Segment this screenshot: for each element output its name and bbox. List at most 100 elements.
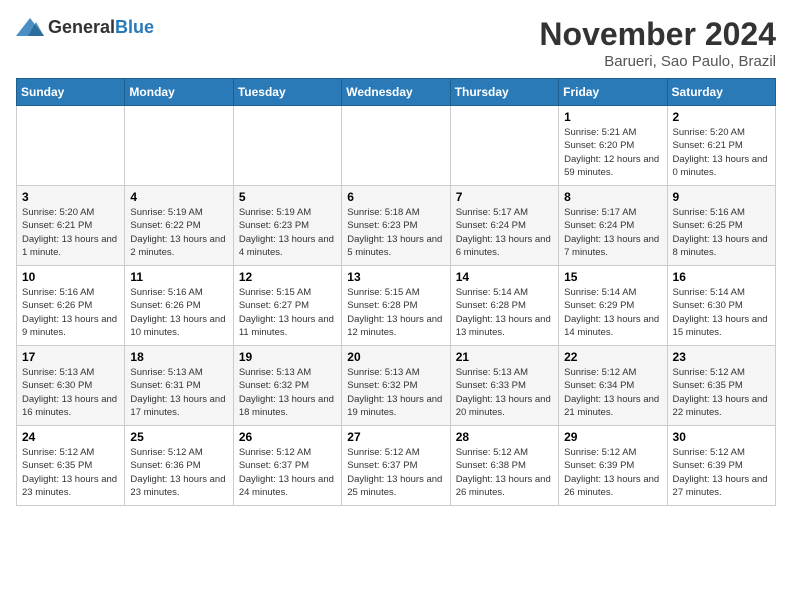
day-info: Sunrise: 5:21 AMSunset: 6:20 PMDaylight:… (564, 126, 661, 179)
day-info: Sunrise: 5:12 AMSunset: 6:36 PMDaylight:… (130, 446, 227, 499)
day-number: 6 (347, 190, 444, 204)
day-info: Sunrise: 5:16 AMSunset: 6:26 PMDaylight:… (22, 286, 119, 339)
day-number: 11 (130, 270, 227, 284)
day-number: 22 (564, 350, 661, 364)
day-info: Sunrise: 5:13 AMSunset: 6:32 PMDaylight:… (347, 366, 444, 419)
logo: GeneralBlue (16, 16, 154, 38)
day-number: 16 (673, 270, 770, 284)
day-info: Sunrise: 5:15 AMSunset: 6:28 PMDaylight:… (347, 286, 444, 339)
day-info: Sunrise: 5:12 AMSunset: 6:35 PMDaylight:… (22, 446, 119, 499)
header-monday: Monday (125, 79, 233, 106)
calendar-cell: 4 Sunrise: 5:19 AMSunset: 6:22 PMDaylight… (125, 186, 233, 266)
header-thursday: Thursday (450, 79, 558, 106)
day-info: Sunrise: 5:12 AMSunset: 6:37 PMDaylight:… (347, 446, 444, 499)
day-number: 14 (456, 270, 553, 284)
day-info: Sunrise: 5:12 AMSunset: 6:35 PMDaylight:… (673, 366, 770, 419)
calendar-cell (233, 106, 341, 186)
day-number: 19 (239, 350, 336, 364)
day-info: Sunrise: 5:12 AMSunset: 6:38 PMDaylight:… (456, 446, 553, 499)
day-number: 9 (673, 190, 770, 204)
day-number: 28 (456, 430, 553, 444)
calendar-cell: 9 Sunrise: 5:16 AMSunset: 6:25 PMDaylight… (667, 186, 775, 266)
day-info: Sunrise: 5:13 AMSunset: 6:33 PMDaylight:… (456, 366, 553, 419)
calendar-cell: 12 Sunrise: 5:15 AMSunset: 6:27 PMDayligh… (233, 266, 341, 346)
calendar-cell: 14 Sunrise: 5:14 AMSunset: 6:28 PMDayligh… (450, 266, 558, 346)
day-number: 4 (130, 190, 227, 204)
calendar-cell (17, 106, 125, 186)
day-info: Sunrise: 5:12 AMSunset: 6:39 PMDaylight:… (673, 446, 770, 499)
calendar-cell: 21 Sunrise: 5:13 AMSunset: 6:33 PMDayligh… (450, 346, 558, 426)
day-info: Sunrise: 5:13 AMSunset: 6:32 PMDaylight:… (239, 366, 336, 419)
logo-general: General (48, 17, 115, 37)
calendar-cell: 29 Sunrise: 5:12 AMSunset: 6:39 PMDayligh… (559, 426, 667, 506)
day-number: 24 (22, 430, 119, 444)
day-info: Sunrise: 5:12 AMSunset: 6:37 PMDaylight:… (239, 446, 336, 499)
header-saturday: Saturday (667, 79, 775, 106)
day-number: 13 (347, 270, 444, 284)
day-number: 12 (239, 270, 336, 284)
week-row-0: 1Sunrise: 5:21 AMSunset: 6:20 PMDaylight… (17, 106, 776, 186)
day-info: Sunrise: 5:14 AMSunset: 6:29 PMDaylight:… (564, 286, 661, 339)
header-wednesday: Wednesday (342, 79, 450, 106)
day-info: Sunrise: 5:16 AMSunset: 6:25 PMDaylight:… (673, 206, 770, 259)
day-number: 21 (456, 350, 553, 364)
day-number: 27 (347, 430, 444, 444)
day-info: Sunrise: 5:17 AMSunset: 6:24 PMDaylight:… (564, 206, 661, 259)
day-number: 2 (673, 110, 770, 124)
main-title: November 2024 (539, 16, 776, 53)
calendar-cell: 5Sunrise: 5:19 AMSunset: 6:23 PMDaylight… (233, 186, 341, 266)
day-number: 20 (347, 350, 444, 364)
day-info: Sunrise: 5:12 AMSunset: 6:34 PMDaylight:… (564, 366, 661, 419)
logo-icon (16, 16, 44, 38)
day-number: 17 (22, 350, 119, 364)
day-number: 23 (673, 350, 770, 364)
day-info: Sunrise: 5:20 AMSunset: 6:21 PMDaylight:… (673, 126, 770, 179)
calendar-cell: 19 Sunrise: 5:13 AMSunset: 6:32 PMDayligh… (233, 346, 341, 426)
day-info: Sunrise: 5:20 AMSunset: 6:21 PMDaylight:… (22, 206, 119, 259)
day-info: Sunrise: 5:19 AMSunset: 6:22 PMDaylight:… (130, 206, 227, 259)
calendar-table: SundayMondayTuesdayWednesdayThursdayFrid… (16, 78, 776, 506)
calendar-cell: 25 Sunrise: 5:12 AMSunset: 6:36 PMDayligh… (125, 426, 233, 506)
day-info: Sunrise: 5:14 AMSunset: 6:30 PMDaylight:… (673, 286, 770, 339)
day-info: Sunrise: 5:16 AMSunset: 6:26 PMDaylight:… (130, 286, 227, 339)
header: GeneralBlue November 2024 Barueri, Sao P… (16, 16, 776, 70)
day-number: 30 (673, 430, 770, 444)
day-info: Sunrise: 5:19 AMSunset: 6:23 PMDaylight:… (239, 206, 336, 259)
logo-blue: Blue (115, 17, 154, 37)
calendar-cell: 16 Sunrise: 5:14 AMSunset: 6:30 PMDayligh… (667, 266, 775, 346)
calendar-cell (450, 106, 558, 186)
week-row-2: 10Sunrise: 5:16 AMSunset: 6:26 PMDayligh… (17, 266, 776, 346)
day-number: 29 (564, 430, 661, 444)
calendar-cell: 24 Sunrise: 5:12 AMSunset: 6:35 PMDayligh… (17, 426, 125, 506)
week-row-1: 3 Sunrise: 5:20 AMSunset: 6:21 PMDaylight… (17, 186, 776, 266)
calendar-cell: 17 Sunrise: 5:13 AMSunset: 6:30 PMDayligh… (17, 346, 125, 426)
calendar-cell: 20 Sunrise: 5:13 AMSunset: 6:32 PMDayligh… (342, 346, 450, 426)
header-friday: Friday (559, 79, 667, 106)
calendar-cell: 7Sunrise: 5:17 AMSunset: 6:24 PMDaylight… (450, 186, 558, 266)
day-info: Sunrise: 5:18 AMSunset: 6:23 PMDaylight:… (347, 206, 444, 259)
calendar-cell: 30 Sunrise: 5:12 AMSunset: 6:39 PMDayligh… (667, 426, 775, 506)
calendar-cell: 22 Sunrise: 5:12 AMSunset: 6:34 PMDayligh… (559, 346, 667, 426)
week-row-4: 24 Sunrise: 5:12 AMSunset: 6:35 PMDayligh… (17, 426, 776, 506)
calendar-cell: 6 Sunrise: 5:18 AMSunset: 6:23 PMDaylight… (342, 186, 450, 266)
day-number: 26 (239, 430, 336, 444)
week-row-3: 17 Sunrise: 5:13 AMSunset: 6:30 PMDayligh… (17, 346, 776, 426)
day-info: Sunrise: 5:13 AMSunset: 6:30 PMDaylight:… (22, 366, 119, 419)
subtitle: Barueri, Sao Paulo, Brazil (539, 53, 776, 70)
calendar-cell: 28 Sunrise: 5:12 AMSunset: 6:38 PMDayligh… (450, 426, 558, 506)
header-sunday: Sunday (17, 79, 125, 106)
day-number: 8 (564, 190, 661, 204)
calendar-cell: 10Sunrise: 5:16 AMSunset: 6:26 PMDayligh… (17, 266, 125, 346)
day-number: 18 (130, 350, 227, 364)
day-number: 25 (130, 430, 227, 444)
day-info: Sunrise: 5:17 AMSunset: 6:24 PMDaylight:… (456, 206, 553, 259)
calendar-cell: 1Sunrise: 5:21 AMSunset: 6:20 PMDaylight… (559, 106, 667, 186)
day-info: Sunrise: 5:14 AMSunset: 6:28 PMDaylight:… (456, 286, 553, 339)
day-info: Sunrise: 5:15 AMSunset: 6:27 PMDaylight:… (239, 286, 336, 339)
header-tuesday: Tuesday (233, 79, 341, 106)
calendar-cell: 15 Sunrise: 5:14 AMSunset: 6:29 PMDayligh… (559, 266, 667, 346)
calendar-cell: 8 Sunrise: 5:17 AMSunset: 6:24 PMDaylight… (559, 186, 667, 266)
day-number: 3 (22, 190, 119, 204)
day-number: 15 (564, 270, 661, 284)
day-info: Sunrise: 5:12 AMSunset: 6:39 PMDaylight:… (564, 446, 661, 499)
